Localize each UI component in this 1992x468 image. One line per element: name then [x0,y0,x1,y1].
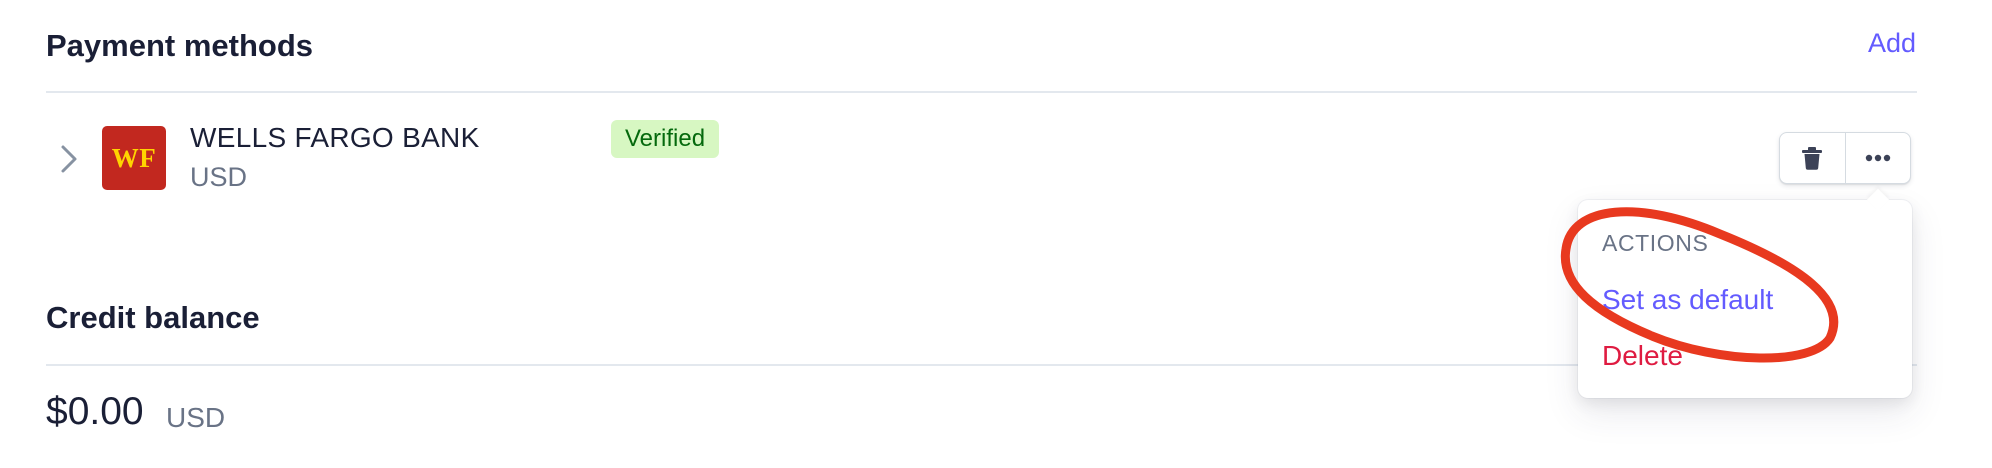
payment-methods-title: Payment methods [46,28,314,63]
bank-logo: WF [102,126,166,190]
trash-icon [1802,147,1823,170]
verified-status-badge: Verified [611,120,720,158]
verified-status-label: Verified [625,125,706,152]
bank-name: WELLS FARGO BANK [190,122,480,153]
more-actions-button[interactable] [1844,133,1911,183]
credit-balance-title: Credit balance [46,300,260,335]
credit-balance-currency: USD [166,402,226,433]
bank-logo-text: WF [111,142,157,173]
payment-methods-divider [46,91,1917,93]
chevron-right-icon[interactable] [56,142,82,176]
delete-menu-item[interactable]: Delete [1602,340,1683,372]
set-as-default-menu-item[interactable]: Set as default [1602,284,1773,316]
credit-balance-amount: $0.00 [46,390,144,433]
add-payment-method-link[interactable]: Add [1868,28,1916,59]
delete-button[interactable] [1780,133,1845,183]
bank-currency: USD [190,162,248,192]
actions-menu-heading: ACTIONS [1602,230,1709,256]
payment-method-action-buttons [1779,132,1911,184]
more-horizontal-icon [1865,154,1890,162]
actions-dropdown-menu: ACTIONS Set as default Delete [1578,200,1912,398]
